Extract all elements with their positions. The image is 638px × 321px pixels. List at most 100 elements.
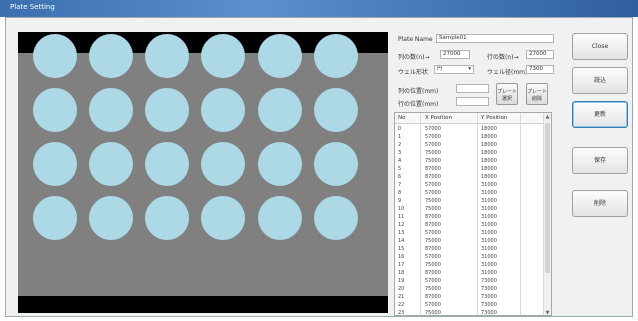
field4-label: ウェル径(mm) (487, 69, 528, 76)
table-row[interactable]: 1 57000 18000 (395, 133, 545, 141)
plate-select-button[interactable]: プレート 選択 (496, 83, 518, 105)
cell-x: 75000 (425, 262, 441, 268)
cell-y: 18000 (481, 166, 497, 172)
cell-no: 6 (398, 174, 402, 180)
cell-no: 7 (398, 182, 402, 188)
table-row[interactable]: 17 75000 31000 (395, 261, 545, 269)
well[interactable] (89, 196, 133, 240)
well[interactable] (89, 142, 133, 186)
table-row[interactable]: 10 75000 31000 (395, 205, 545, 213)
field6-input[interactable] (456, 97, 489, 106)
well[interactable] (258, 88, 302, 132)
table-row[interactable]: 21 87000 73000 (395, 293, 545, 301)
window-title: Plate Setting (10, 3, 55, 11)
dropdown-arrow-icon: ▾ (468, 66, 471, 72)
well[interactable] (33, 34, 77, 78)
scroll-up-icon[interactable]: ▲ (545, 114, 550, 120)
well[interactable] (145, 88, 189, 132)
table-row[interactable]: 4 75000 18000 (395, 157, 545, 165)
cell-y: 18000 (481, 134, 497, 140)
well[interactable] (258, 196, 302, 240)
table-scrollbar[interactable]: ▲ ▼ (543, 113, 551, 315)
field1-label: 列の数(n)→ (398, 54, 430, 61)
cell-x: 75000 (425, 198, 441, 204)
well[interactable] (33, 196, 77, 240)
table-row[interactable]: 11 87000 31000 (395, 213, 545, 221)
field5-label: 列の位置(mm) (398, 88, 439, 95)
well[interactable] (314, 142, 358, 186)
table-row[interactable]: 2 57000 18000 (395, 141, 545, 149)
cell-x: 87000 (425, 174, 441, 180)
well[interactable] (201, 88, 245, 132)
plate-view[interactable] (18, 32, 388, 313)
well[interactable] (258, 34, 302, 78)
table-row[interactable]: 3 75000 18000 (395, 149, 545, 157)
field5-input[interactable] (456, 84, 489, 93)
field3-value: 円 (437, 66, 443, 72)
cell-y: 18000 (481, 126, 497, 132)
cell-no: 13 (398, 230, 405, 236)
well[interactable] (201, 142, 245, 186)
table-row[interactable]: 15 87000 31000 (395, 245, 545, 253)
well[interactable] (145, 34, 189, 78)
well[interactable] (201, 34, 245, 78)
table-row[interactable]: 5 87000 18000 (395, 165, 545, 173)
well[interactable] (314, 196, 358, 240)
cell-x: 57000 (425, 142, 441, 148)
table-row[interactable]: 23 75000 73000 (395, 309, 545, 316)
load-button[interactable]: 読込 (572, 67, 628, 94)
cell-y: 31000 (481, 198, 497, 204)
table-row[interactable]: 13 57000 31000 (395, 229, 545, 237)
update-button[interactable]: 更新 (572, 101, 628, 128)
table-row[interactable]: 6 87000 18000 (395, 173, 545, 181)
scroll-thumb[interactable] (545, 123, 550, 273)
well[interactable] (258, 142, 302, 186)
field1-input[interactable]: 27000 (440, 50, 470, 59)
table-row[interactable]: 19 57000 73000 (395, 277, 545, 285)
well[interactable] (314, 34, 358, 78)
table-row[interactable]: 18 87000 31000 (395, 269, 545, 277)
table-row[interactable]: 9 75000 31000 (395, 197, 545, 205)
cell-x: 57000 (425, 302, 441, 308)
table-row[interactable]: 14 75000 31000 (395, 237, 545, 245)
field3-select[interactable]: 円 ▾ (434, 65, 474, 74)
table-row[interactable]: 20 75000 73000 (395, 285, 545, 293)
cell-no: 5 (398, 166, 402, 172)
cell-no: 3 (398, 150, 402, 156)
table-row[interactable]: 16 57000 31000 (395, 253, 545, 261)
save-button[interactable]: 保存 (572, 147, 628, 174)
delete-button[interactable]: 削除 (572, 190, 628, 217)
table-row[interactable]: 0 57000 18000 (395, 125, 545, 133)
cell-no: 8 (398, 190, 402, 196)
field4-input[interactable]: 7300 (526, 65, 554, 74)
cell-y: 73000 (481, 278, 497, 284)
well[interactable] (314, 88, 358, 132)
cell-x: 75000 (425, 310, 441, 316)
table-row[interactable]: 7 57000 31000 (395, 181, 545, 189)
table-row[interactable]: 12 87000 31000 (395, 221, 545, 229)
well[interactable] (89, 34, 133, 78)
position-table[interactable]: No X Position Y Position 0 57000 18000 1 570… (394, 112, 552, 316)
well[interactable] (145, 196, 189, 240)
cell-y: 18000 (481, 158, 497, 164)
cell-no: 18 (398, 270, 405, 276)
cell-x: 57000 (425, 134, 441, 140)
field2-input[interactable]: 27000 (526, 50, 554, 59)
plate-name-input[interactable]: Sample01 (436, 34, 554, 43)
cell-no: 15 (398, 246, 405, 252)
plate-delete-button[interactable]: プレート 削除 (526, 83, 548, 105)
well[interactable] (33, 142, 77, 186)
well[interactable] (33, 88, 77, 132)
well[interactable] (145, 142, 189, 186)
close-button[interactable]: Close (572, 33, 628, 60)
cell-y: 31000 (481, 206, 497, 212)
table-row[interactable]: 22 57000 73000 (395, 301, 545, 309)
cell-x: 57000 (425, 126, 441, 132)
table-row[interactable]: 8 57000 31000 (395, 189, 545, 197)
col-header-y: Y Position (481, 115, 508, 121)
scroll-down-icon[interactable]: ▼ (545, 310, 550, 315)
cell-no: 1 (398, 134, 402, 140)
well[interactable] (201, 196, 245, 240)
field2-label: 行の数(n)→ (487, 54, 519, 61)
well[interactable] (89, 88, 133, 132)
